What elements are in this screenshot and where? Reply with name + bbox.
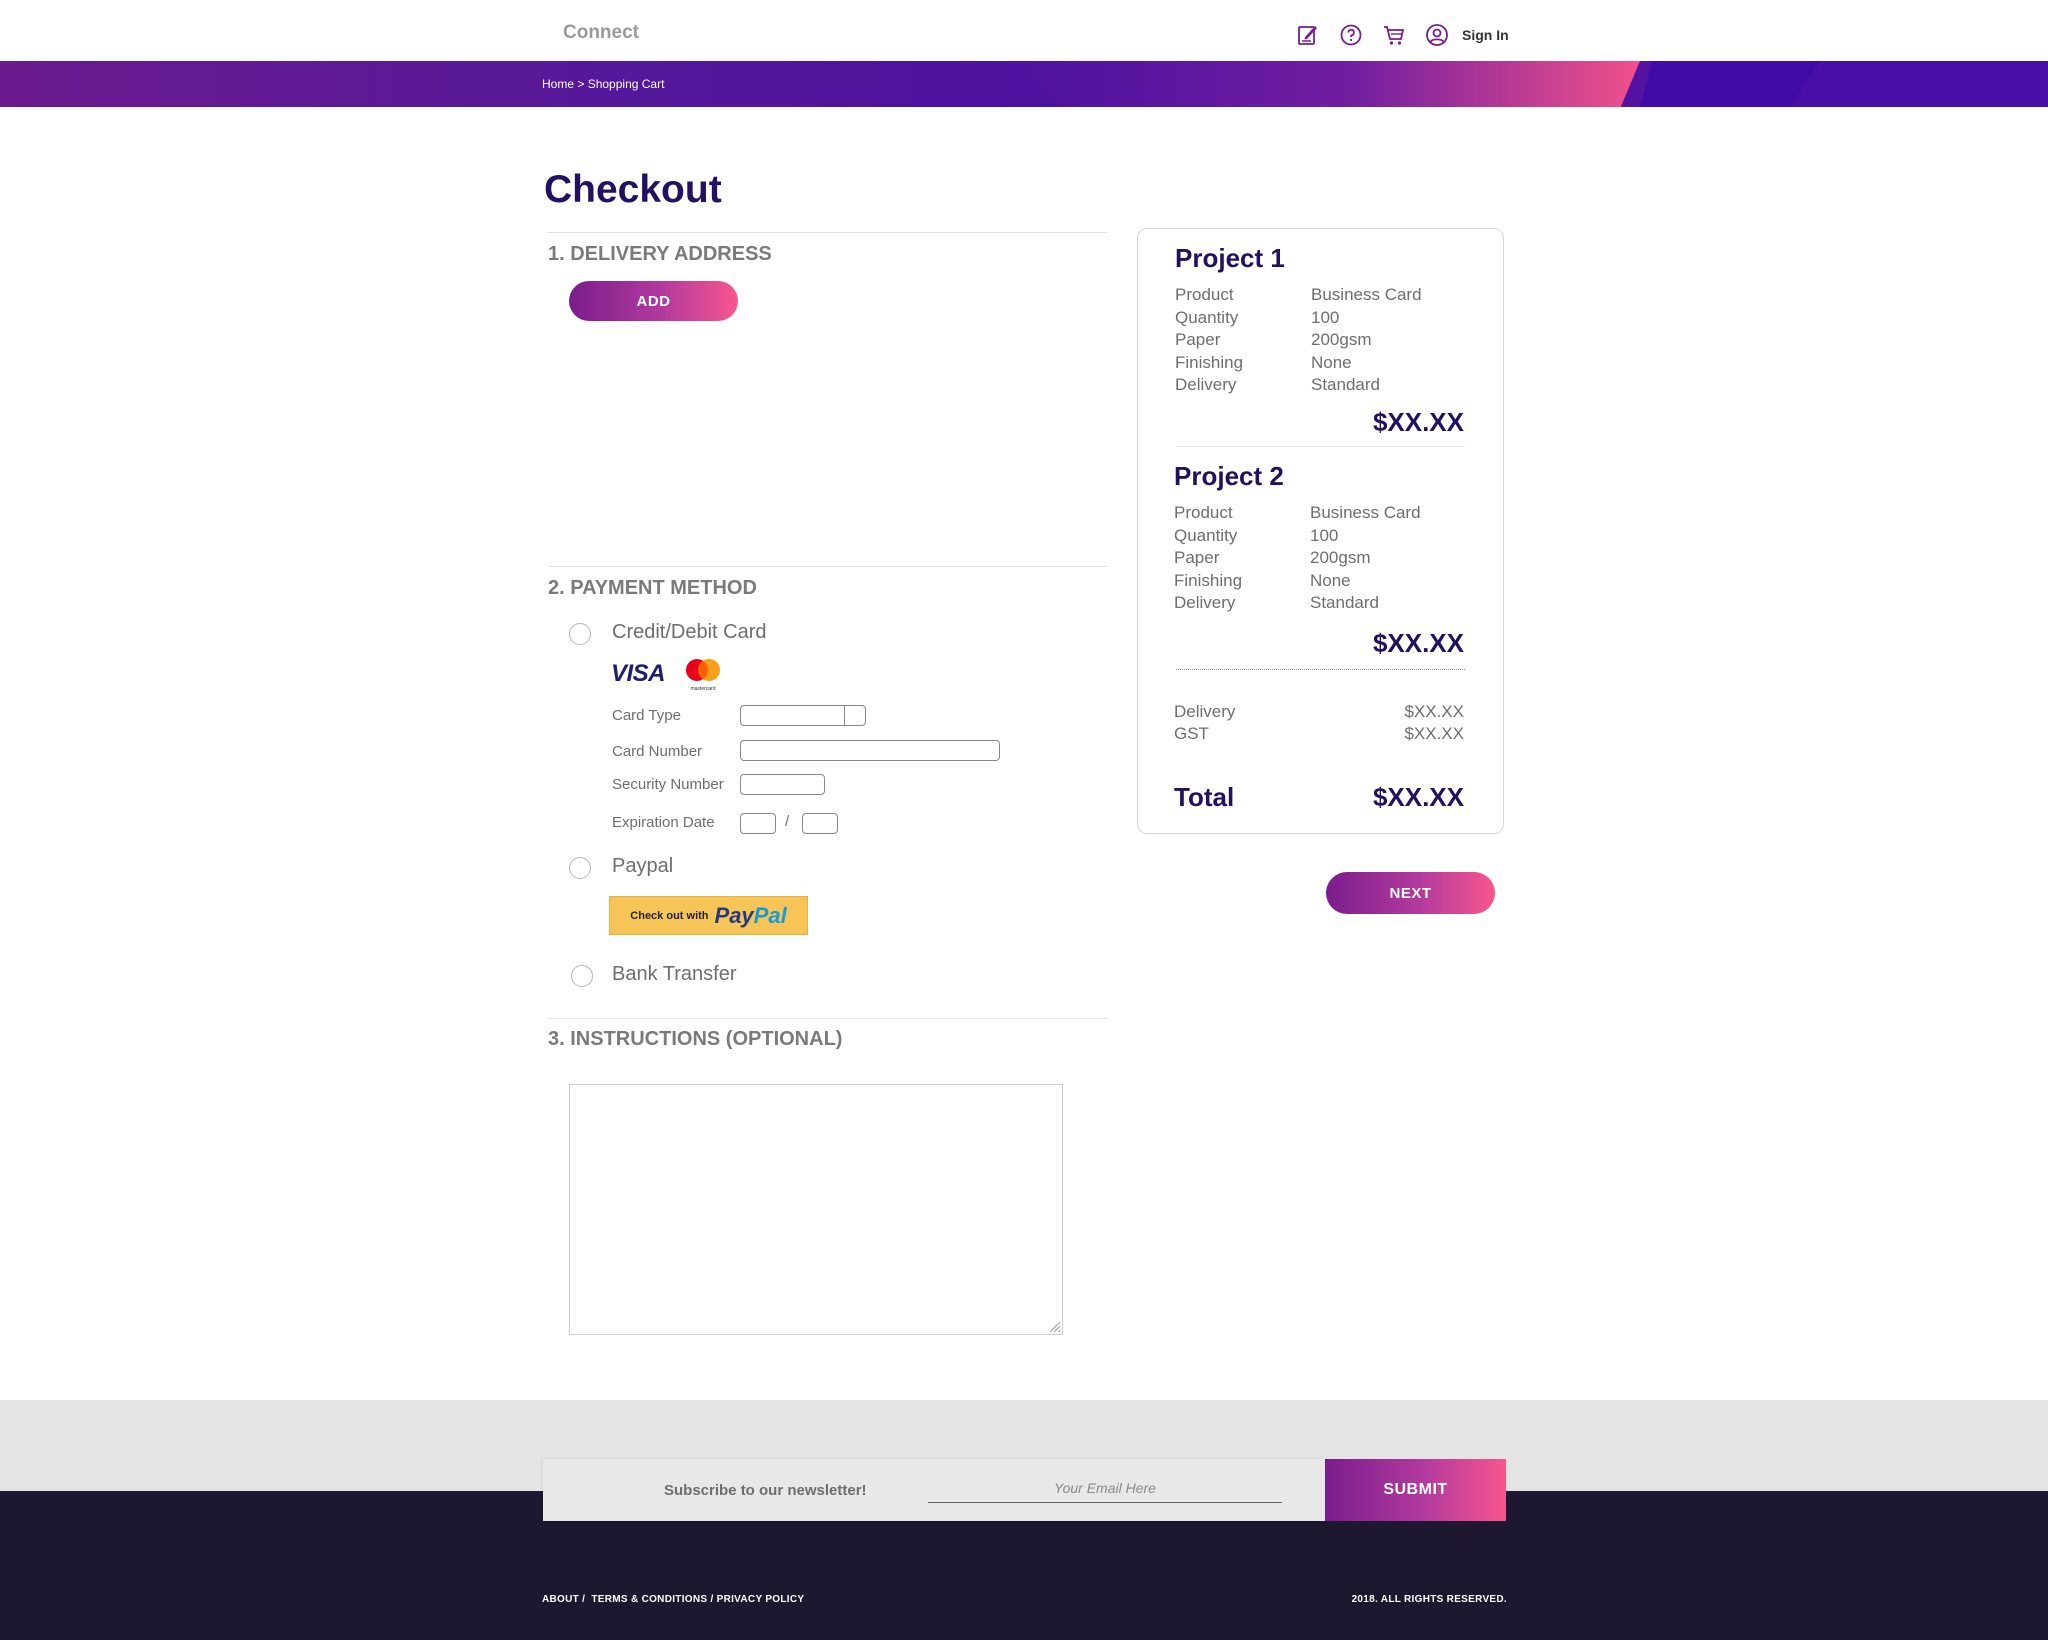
breadcrumb-home[interactable]: Home xyxy=(542,77,574,91)
expiration-year-input[interactable] xyxy=(802,813,838,834)
project-divider xyxy=(1176,446,1465,447)
resize-handle-icon[interactable] xyxy=(1047,1319,1061,1333)
breadcrumb-separator: > xyxy=(574,77,588,91)
security-number-input[interactable] xyxy=(740,774,825,795)
project-row-label: Product xyxy=(1174,503,1233,522)
top-bar: Connect Sign In xyxy=(0,0,2048,61)
bank-transfer-radio[interactable] xyxy=(571,965,593,987)
payment-method-heading: 2. PAYMENT METHOD xyxy=(548,577,757,599)
credit-card-radio[interactable] xyxy=(569,623,591,645)
totals-divider xyxy=(1176,669,1465,670)
project-row-label: Product xyxy=(1175,285,1234,304)
paypal-logo-pal: Pal xyxy=(753,902,787,928)
project-row-value: Standard xyxy=(1310,593,1379,612)
email-placeholder: Your Email Here xyxy=(1054,1479,1156,1496)
header-actions: Sign In xyxy=(1294,21,1509,49)
total-label: Total xyxy=(1174,782,1235,812)
user-icon[interactable] xyxy=(1423,21,1451,49)
section-divider xyxy=(547,566,1107,567)
delivery-fee-label: Delivery xyxy=(1174,702,1236,721)
next-button[interactable]: NEXT xyxy=(1326,872,1495,914)
footer-links: ABOUT / TERMS & CONDITIONS / PRIVACY POL… xyxy=(542,1594,805,1605)
card-type-label: Card Type xyxy=(612,707,681,724)
project-row-value: 100 xyxy=(1310,525,1339,545)
order-summary-card: Project 1 Product Business Card Quantity… xyxy=(1137,228,1504,834)
instructions-heading: 3. INSTRUCTIONS (OPTIONAL) xyxy=(548,1028,843,1050)
page-title: Checkout xyxy=(544,168,722,211)
credit-card-label: Credit/Debit Card xyxy=(612,621,767,643)
mastercard-logo: mastercard xyxy=(684,658,722,692)
footer-link-terms[interactable]: TERMS & CONDITIONS xyxy=(591,1594,707,1605)
expiration-date-label: Expiration Date xyxy=(612,814,715,831)
section-divider xyxy=(547,1018,1107,1019)
project-row-label: Delivery xyxy=(1174,593,1236,612)
banner-decoration xyxy=(1000,61,1640,107)
paypal-logo-pay: Pay xyxy=(714,902,754,928)
project-row-value: Business Card xyxy=(1311,285,1422,304)
breadcrumb-banner: Home > Shopping Cart xyxy=(0,61,2048,107)
project-row-label: Paper xyxy=(1175,330,1221,349)
security-number-label: Security Number xyxy=(612,776,724,793)
project-row-label: Quantity xyxy=(1175,307,1239,327)
breadcrumb: Home > Shopping Cart xyxy=(542,77,664,91)
project-title: Project 1 xyxy=(1175,243,1285,273)
select-divider xyxy=(844,706,845,725)
project-row-value: 100 xyxy=(1311,307,1340,327)
newsletter-submit-button[interactable]: SUBMIT xyxy=(1325,1459,1506,1521)
project-row-value: None xyxy=(1311,352,1352,372)
expiration-month-input[interactable] xyxy=(740,813,776,834)
paypal-checkout-button[interactable]: Check out with PayPal xyxy=(609,896,808,935)
project-row-value: 200gsm xyxy=(1311,330,1372,349)
edit-icon[interactable] xyxy=(1294,21,1322,49)
card-type-select[interactable] xyxy=(740,705,866,726)
visa-logo: VISA xyxy=(611,660,666,687)
section-divider xyxy=(547,232,1107,233)
copyright-text: 2018. ALL RIGHTS RESERVED. xyxy=(1351,1594,1507,1605)
add-address-button[interactable]: ADD xyxy=(569,281,738,321)
gst-value: $XX.XX xyxy=(1404,724,1464,743)
paypal-logo: PayPal xyxy=(715,903,787,929)
project-row-value: None xyxy=(1310,570,1351,590)
expiration-separator: / xyxy=(785,813,790,830)
instructions-textarea[interactable] xyxy=(569,1084,1063,1335)
help-icon[interactable] xyxy=(1337,21,1365,49)
project-row-label: Delivery xyxy=(1175,375,1237,394)
banner-decoration xyxy=(1790,61,2048,107)
cart-icon[interactable] xyxy=(1380,21,1408,49)
project-row-label: Quantity xyxy=(1174,525,1238,545)
project-title: Project 2 xyxy=(1174,461,1284,491)
project-row-value: 200gsm xyxy=(1310,548,1371,567)
project-row-label: Paper xyxy=(1174,548,1220,567)
brand-logo[interactable]: Connect xyxy=(563,22,639,44)
breadcrumb-current[interactable]: Shopping Cart xyxy=(588,77,665,91)
paypal-label: Paypal xyxy=(612,855,674,877)
project-row-value: Standard xyxy=(1311,375,1380,394)
card-number-input[interactable] xyxy=(740,740,1000,761)
bank-transfer-label: Bank Transfer xyxy=(612,963,737,985)
project-price: $XX.XX xyxy=(1372,628,1464,658)
project-row-label: Finishing xyxy=(1174,570,1243,590)
card-number-label: Card Number xyxy=(612,743,703,760)
newsletter-email-input[interactable]: Your Email Here xyxy=(928,1473,1282,1503)
gst-label: GST xyxy=(1174,724,1209,743)
footer-link-privacy[interactable]: PRIVACY POLICY xyxy=(717,1594,805,1605)
sign-in-link[interactable]: Sign In xyxy=(1462,27,1509,43)
newsletter-label: Subscribe to our newsletter! xyxy=(664,1482,867,1499)
delivery-address-heading: 1. DELIVERY ADDRESS xyxy=(548,243,772,265)
paypal-button-text: Check out with xyxy=(630,909,709,922)
mastercard-wordmark: mastercard xyxy=(690,686,716,692)
delivery-fee-value: $XX.XX xyxy=(1404,702,1464,721)
footer-link-about[interactable]: ABOUT xyxy=(542,1594,579,1605)
paypal-radio[interactable] xyxy=(569,857,591,879)
newsletter-form: Subscribe to our newsletter! Your Email … xyxy=(543,1459,1325,1521)
total-value: $XX.XX xyxy=(1372,782,1464,812)
project-row-label: Finishing xyxy=(1175,352,1244,372)
project-row-value: Business Card xyxy=(1310,503,1421,522)
project-price: $XX.XX xyxy=(1372,407,1464,437)
